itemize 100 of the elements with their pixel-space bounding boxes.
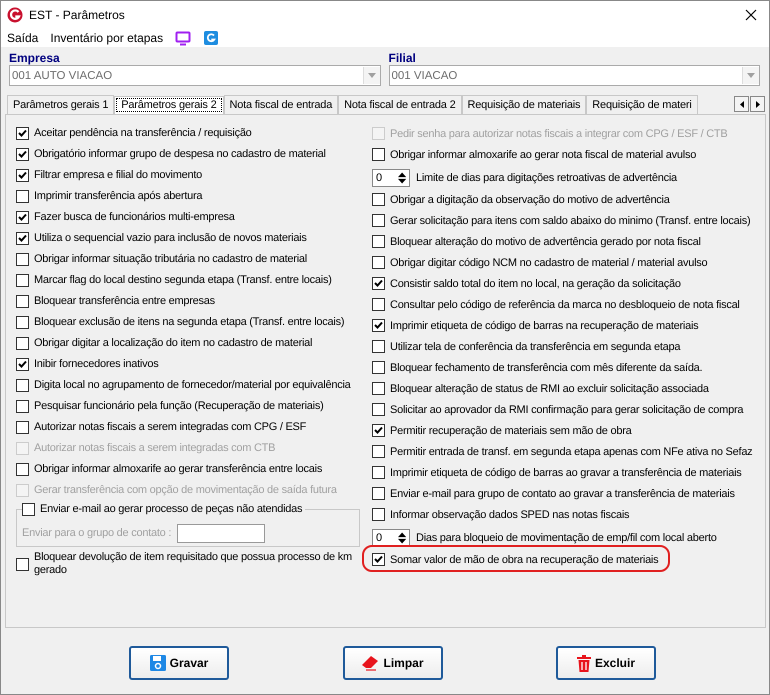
checkbox[interactable] [372, 298, 385, 311]
spinner-label: Limite de dias para digitações retroativas de advertência [416, 172, 677, 184]
checkbox-label: Autorizar notas fiscais a serem integradas com CPG / ESF [34, 421, 306, 434]
checkbox-label: Gerar solicitação para itens com saldo abaixo do minimo (Transf. entre locais) [390, 214, 750, 226]
checkbox-label: Obrigar a digitação da observação do motivo de advertência [390, 194, 670, 206]
checkbox[interactable] [16, 421, 29, 434]
checkbox-label: Inibir fornecedores inativos [34, 358, 158, 371]
checkbox[interactable] [16, 379, 29, 392]
tab[interactable]: Requisição de materi [586, 95, 698, 114]
checkbox-label: Somar valor de mão de obra na recuperação de materiais [390, 554, 658, 566]
checkbox[interactable] [372, 277, 385, 290]
checkbox-label: Imprimir etiqueta de código de barras ao gravar a transferência de materiais [390, 466, 742, 478]
dropdown-arrow-icon [747, 73, 755, 78]
checkbox[interactable] [16, 400, 29, 413]
checkbox-label: Enviar e-mail ao gerar processo de peças não atendidas [40, 503, 302, 515]
checkbox-label: Bloquear alteração de status de RMI ao excluir solicitação associada [390, 382, 709, 394]
checkbox-label: Marcar flag do local destino segunda etapa (Transf. entre locais) [34, 274, 332, 287]
checkbox-label: Consultar pelo código de referência da marca no desbloqueio de nota fiscal [390, 298, 740, 310]
checkbox-label: Digita local no agrupamento de fornecedor/material por equivalência [34, 379, 351, 392]
contact-group-field[interactable] [177, 524, 266, 542]
checkbox[interactable] [16, 253, 29, 266]
checkbox-label: Permitir entrada de transf. em segunda etapa apenas com NFe ativa no Sefaz [390, 446, 752, 458]
checkbox[interactable] [372, 508, 385, 521]
spinner-label: Dias para bloqueio de movimentação de emp/fil com local aberto [416, 532, 717, 544]
company-dropdown[interactable]: 001 AUTO VIACAO [9, 65, 380, 86]
action-button[interactable]: Limpar [342, 646, 442, 680]
checkbox[interactable] [372, 214, 385, 227]
checkbox[interactable] [372, 193, 385, 206]
checkbox[interactable] [16, 558, 29, 570]
tab[interactable]: Parâmetros gerais 1 [7, 95, 114, 114]
branch-dropdown[interactable]: 001 VIACAO [388, 65, 760, 86]
tab[interactable]: Parâmetros gerais 2 [114, 96, 224, 114]
checkbox[interactable] [372, 466, 385, 479]
checkbox-label: Bloquear devolução de item requisitado que possua processo de km gerado [34, 551, 353, 577]
number-spinner[interactable]: 0 [372, 169, 410, 187]
checkbox[interactable] [16, 337, 29, 350]
checkbox[interactable] [372, 553, 385, 566]
tab[interactable]: Requisição de materiais [462, 95, 586, 114]
checkbox-label: Obrigar digitar código NCM no cadastro de material / material avulso [390, 256, 708, 268]
checkbox-label: Aceitar pendência na transferência / requisição [34, 127, 252, 140]
checkbox[interactable] [372, 340, 385, 353]
checkbox-label: Obrigar informar almoxarife ao gerar transferência entre locais [34, 463, 322, 476]
checkbox-label: Solicitar ao aprovador da RMI confirmação para gerar solicitação de compra [390, 404, 744, 416]
tab[interactable]: Nota fiscal de entrada 2 [338, 95, 462, 114]
checkbox-label: Utiliza o sequencial vazio para inclusão de novos materiais [34, 232, 307, 245]
trash-can-icon [576, 654, 591, 672]
checkbox[interactable] [372, 403, 385, 416]
checkbox-label: Imprimir etiqueta de código de barras na recuperação de materiais [390, 320, 698, 332]
checkbox-label: Obrigatório informar grupo de despesa no cadastro de material [34, 148, 326, 161]
tab[interactable]: Nota fiscal de entrada [224, 95, 338, 114]
right-arrow-icon [756, 100, 760, 108]
checkbox[interactable] [16, 295, 29, 308]
checkbox[interactable] [16, 316, 29, 329]
checkbox-label: Enviar e-mail para grupo de contato ao gravar a transferência de materiais [390, 488, 735, 500]
scroll-left-button[interactable] [734, 96, 749, 112]
action-button[interactable]: Excluir [556, 646, 656, 680]
close-icon[interactable] [745, 8, 757, 20]
checkbox-label: Fazer busca de funcionários multi-empresa [34, 211, 235, 224]
checkbox[interactable] [372, 319, 385, 332]
spin-arrows-icon [398, 532, 406, 544]
checkbox-label: Bloquear exclusão de itens na segunda etapa (Transf. entre locais) [34, 316, 344, 329]
checkbox[interactable] [372, 235, 385, 248]
checkbox-label: Autorizar notas fiscais a serem integradas com CTB [34, 442, 276, 455]
checkbox[interactable] [16, 127, 29, 140]
checkbox[interactable] [372, 361, 385, 374]
monitor-icon[interactable] [175, 30, 192, 46]
checkbox[interactable] [22, 502, 35, 516]
checkbox[interactable] [16, 232, 29, 245]
checkbox-label: Filtrar empresa e filial do movimento [34, 169, 202, 182]
checkbox[interactable] [16, 463, 29, 476]
dropdown-arrow-icon [368, 73, 376, 78]
checkbox[interactable] [16, 169, 29, 182]
checkbox-label: Obrigar informar almoxarife ao gerar nota fiscal de material avulso [390, 148, 696, 160]
action-button[interactable]: Gravar [129, 646, 229, 680]
checkbox[interactable] [16, 211, 29, 224]
checkbox[interactable] [372, 256, 385, 269]
checkbox-label: Utilizar tela de conferência da transferência em segunda etapa [390, 340, 680, 352]
checkbox[interactable] [16, 148, 29, 161]
app-logo-icon [7, 6, 23, 22]
checkbox[interactable] [372, 445, 385, 458]
checkbox-label: Imprimir transferência após abertura [34, 190, 202, 203]
field-label: Filial [388, 51, 417, 65]
menu-item[interactable]: Inventário por etapas [50, 30, 164, 44]
checkbox[interactable] [16, 274, 29, 287]
checkbox[interactable] [372, 382, 385, 395]
scroll-right-button[interactable] [750, 96, 765, 112]
checkbox-label: Obrigar digitar a localização do item no cadastro de material [34, 337, 312, 350]
checkbox[interactable] [372, 424, 385, 437]
checkbox-label: Obrigar informar situação tributária no cadastro de material [34, 253, 307, 266]
menu-item[interactable]: Saída [7, 30, 38, 44]
checkbox-label: Pedir senha para autorizar notas fiscais a integrar com CPG / ESF / CTB [390, 128, 728, 140]
field-label: Empresa [9, 51, 61, 65]
checkbox[interactable] [16, 358, 29, 371]
checkbox[interactable] [372, 487, 385, 500]
checkbox[interactable] [16, 190, 29, 203]
checkbox[interactable] [372, 148, 385, 161]
checkbox-label: Bloquear transferência entre empresas [34, 295, 215, 308]
checkbox-label: Permitir recuperação de materiais sem mão de obra [390, 424, 632, 436]
left-arrow-icon [740, 100, 744, 108]
logo-badge-icon[interactable] [203, 30, 220, 46]
